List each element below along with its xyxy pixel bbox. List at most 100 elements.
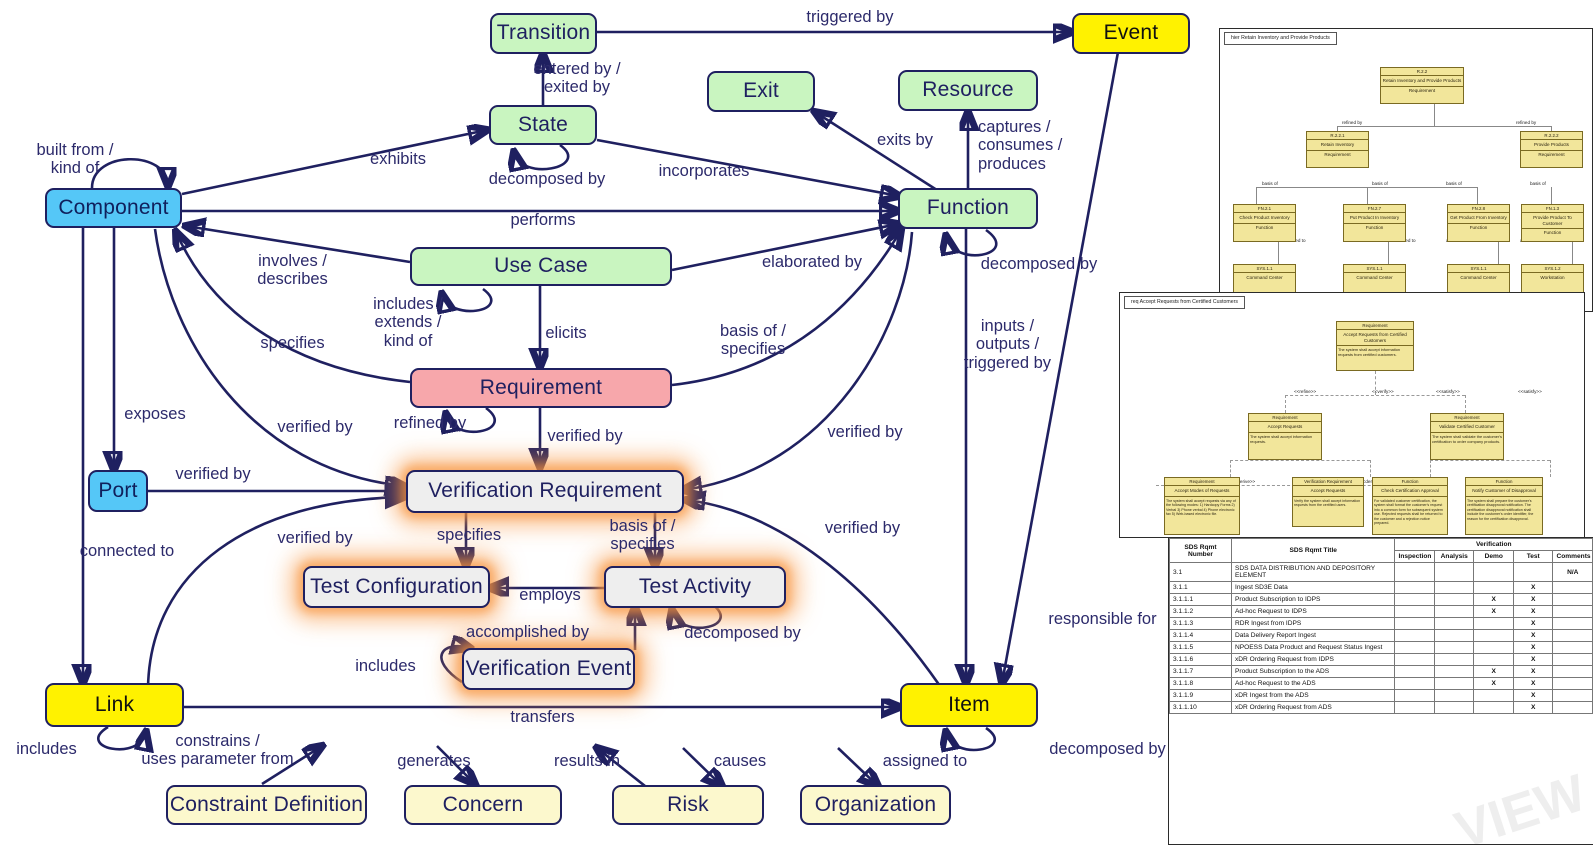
table-row[interactable]: 3.1.1.3 RDR Ingest from IDPS X — [1169, 617, 1593, 630]
node-exit[interactable]: Exit — [707, 71, 815, 112]
panel-hier-box[interactable]: R.2.2 Retain Inventory and Provide Produ… — [1380, 67, 1464, 104]
table-header-group-row: SDS Rqmt Number SDS Rqmt Title Verificat… — [1169, 538, 1593, 563]
edge-label-generates: generates — [397, 752, 471, 770]
panel-req-box[interactable]: Verification Requirement Accept Requests… — [1292, 477, 1364, 527]
cell-inspection — [1394, 562, 1435, 582]
panel-hier-box-name: Command Center — [1246, 275, 1283, 280]
edge-label-performs: performs — [510, 211, 576, 229]
cell-test — [1512, 562, 1554, 582]
edge-label-decomposed-by-test-activity: decomposed by — [684, 624, 801, 642]
node-item[interactable]: Item — [900, 683, 1038, 727]
edge-label-basis-of-specifies-req: basis of / specifies — [719, 322, 787, 359]
panel-req-box[interactable]: Requirement Accept Modes of Requests The… — [1164, 477, 1240, 535]
cell-analysis — [1433, 562, 1475, 582]
table-row[interactable]: 3.1.1.7 Product Subscription to the ADS … — [1169, 665, 1593, 678]
panel-req-box-kind: Verification Requirement — [1293, 478, 1363, 486]
table-row[interactable]: 3.1.1.1 Product Subscription to IDPS X X — [1169, 593, 1593, 606]
panel-hier-box-kind: Requirement — [1307, 149, 1368, 158]
panel-req-box-kind: Requirement — [1431, 414, 1503, 422]
panel-req-box-name: Accept Requests — [1293, 486, 1363, 497]
node-link[interactable]: Link — [45, 683, 184, 727]
panel-requirement-hierarchy[interactable]: hier Retain Inventory and Provide Produc… — [1219, 28, 1593, 312]
panel-req-box[interactable]: Requirement Accept Requests The system s… — [1248, 413, 1322, 460]
panel-req-box[interactable]: Function Check Certification Approval Fo… — [1372, 477, 1448, 535]
node-state[interactable]: State — [489, 105, 597, 145]
panel-derivation-tab-title: req Accept Requests from Certified Custo… — [1124, 296, 1245, 309]
cell-title: Ingest SD3E Data — [1230, 581, 1396, 594]
panel-hier-box[interactable]: FN.2.8 Get Product From Inventory Functi… — [1447, 204, 1510, 242]
node-function[interactable]: Function — [898, 188, 1038, 229]
edge-label-causes: causes — [713, 752, 767, 770]
node-test-configuration[interactable]: Test Configuration — [303, 566, 490, 608]
edge-label-refined-by: refined by — [393, 414, 467, 432]
node-requirement[interactable]: Requirement — [410, 368, 672, 408]
node-label: Test Configuration — [310, 574, 483, 598]
cell-comments — [1552, 617, 1593, 630]
table-row[interactable]: 3.1.1.4 Data Delivery Report Ingest X — [1169, 629, 1593, 642]
panel-req-box[interactable]: Requirement Accept Requests from Certifi… — [1336, 321, 1414, 371]
node-resource[interactable]: Resource — [898, 70, 1038, 111]
edge-label-includes-verification-event: includes — [355, 657, 416, 675]
panel-req-stereotype: <<satisfy>> — [1518, 389, 1542, 394]
panel-req-box-text: The system shall prepare the customer's … — [1467, 498, 1534, 521]
cell-title: Data Delivery Report Ingest — [1230, 629, 1396, 642]
edge-label-responsible-for: responsible for — [1048, 610, 1157, 628]
cell-inspection — [1394, 581, 1435, 594]
edge-label-verified-by-requirement: verified by — [547, 427, 623, 445]
edge-label-elaborated-by: elaborated by — [762, 253, 862, 271]
panel-hier-box[interactable]: R.2.2.1 Retain Inventory Requirement — [1306, 131, 1369, 168]
col-group-verification: Verification — [1394, 538, 1593, 551]
node-label: Event — [1103, 21, 1159, 45]
node-use-case[interactable]: Use Case — [410, 247, 672, 286]
panel-hier-box-id: FN.2.1 — [1234, 205, 1295, 213]
cell-demo — [1473, 689, 1514, 702]
panel-req-box[interactable]: Function Notify Customer of Disapproval … — [1465, 477, 1543, 535]
verification-matrix-table[interactable]: SDS Rqmt Number SDS Rqmt Title Verificat… — [1169, 538, 1593, 714]
node-component[interactable]: Component — [45, 188, 182, 228]
panel-req-box-name: Accept Requests — [1249, 422, 1321, 433]
panel-hier-box-kind: Function — [1448, 222, 1509, 231]
node-verification-requirement[interactable]: Verification Requirement — [406, 470, 684, 513]
panel-hier-box[interactable]: FN.1.3 Provide Product To Customer Funct… — [1521, 204, 1584, 242]
node-label: Concern — [442, 792, 524, 816]
ontology-diagram-canvas: Transition Event State Exit Resource Com… — [0, 0, 1593, 845]
cell-comments — [1552, 605, 1593, 618]
cell-inspection — [1394, 689, 1435, 702]
panel-req-box[interactable]: Requirement Validate Certified Customer … — [1430, 413, 1504, 460]
cell-num: 3.1.1.7 — [1169, 665, 1232, 678]
panel-hier-box-id: FN.2.8 — [1448, 205, 1509, 213]
node-organization[interactable]: Organization — [800, 785, 951, 825]
table-row[interactable]: 3.1.1.9 xDR Ingest from the ADS X — [1169, 689, 1593, 702]
panel-requirement-derivation[interactable]: req Accept Requests from Certified Custo… — [1119, 292, 1585, 538]
cell-title: xDR Ordering Request from IDPS — [1230, 653, 1396, 666]
table-row[interactable]: 3.1.1.2 Ad-hoc Request to IDPS X X — [1169, 605, 1593, 618]
cell-inspection — [1394, 677, 1435, 690]
node-event[interactable]: Event — [1072, 13, 1190, 54]
node-verification-event[interactable]: Verification Event — [462, 648, 635, 690]
cell-analysis — [1433, 641, 1475, 654]
panel-hier-box[interactable]: R.2.2.2 Provide Products Requirement — [1520, 131, 1583, 168]
node-concern[interactable]: Concern — [404, 785, 562, 825]
node-test-activity[interactable]: Test Activity — [604, 566, 786, 608]
cell-analysis — [1433, 629, 1475, 642]
node-port[interactable]: Port — [88, 470, 148, 512]
table-row[interactable]: 3.1.1.8 Ad-hoc Request to the ADS X X — [1169, 677, 1593, 690]
panel-hier-box[interactable]: FN.2.7 Put Product In Inventory Function — [1343, 204, 1406, 242]
table-row[interactable]: 3.1.1 Ingest SD3E Data X — [1169, 581, 1593, 594]
cell-inspection — [1394, 605, 1435, 618]
table-row[interactable]: 3.1 SDS DATA DISTRIBUTION AND DEPOSITORY… — [1169, 562, 1593, 582]
table-row[interactable]: 3.1.1.6 xDR Ordering Request from IDPS X — [1169, 653, 1593, 666]
panel-hier-box-id: SYS.1.1 — [1448, 265, 1509, 273]
node-risk[interactable]: Risk — [612, 785, 764, 825]
panel-hier-box-name: Put Product In Inventory — [1349, 215, 1400, 220]
node-constraint-definition[interactable]: Constraint Definition — [166, 785, 367, 825]
edge-label-verified-by-function: verified by — [827, 423, 903, 441]
table-row[interactable]: 3.1.1.10 xDR Ordering Request from ADS X — [1169, 701, 1593, 714]
node-transition[interactable]: Transition — [490, 13, 597, 54]
verification-matrix-panel[interactable]: VIEW SDS Rqmt Number SDS Rqmt Title Veri… — [1168, 537, 1593, 845]
panel-hier-box-id: SYS.1.1 — [1234, 265, 1295, 273]
panel-req-box-name: Notify Customer of Disapproval — [1466, 486, 1542, 497]
panel-hier-edge-label: refined by — [1342, 120, 1363, 125]
panel-hier-box[interactable]: FN.2.1 Check Product Inventory Function — [1233, 204, 1296, 242]
table-row[interactable]: 3.1.1.5 NPOESS Data Product and Request … — [1169, 641, 1593, 654]
